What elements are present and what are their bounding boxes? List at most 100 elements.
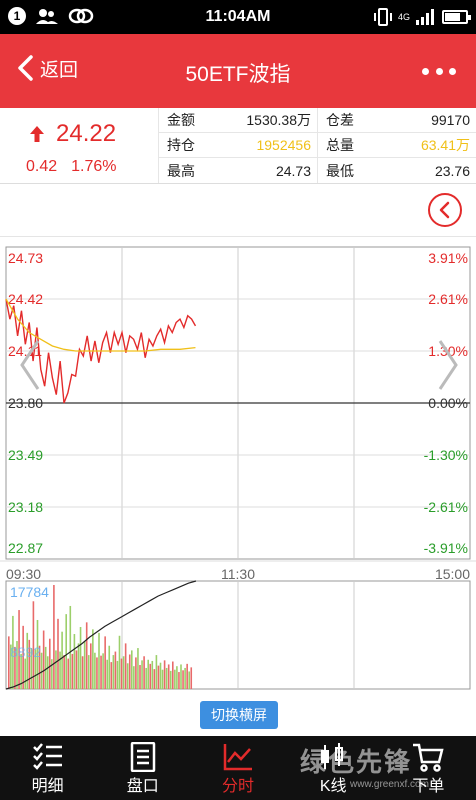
- volume-bar: [53, 585, 55, 689]
- cell-value: 23.76: [434, 162, 470, 179]
- volume-bar: [141, 660, 143, 689]
- volume-bar: [161, 669, 164, 689]
- candlestick-icon: [321, 743, 344, 769]
- tab-label: K线: [319, 778, 347, 795]
- x-tick-label: 09:30: [6, 566, 41, 582]
- quote-cell-low: 最低 23.76: [317, 158, 476, 183]
- volume-bar: [69, 605, 72, 689]
- volume-bar: [165, 667, 168, 689]
- volume-bar: [104, 636, 106, 689]
- volume-bar: [180, 664, 182, 689]
- cell-value: 1530.38万: [246, 112, 311, 128]
- volume-bar: [92, 629, 94, 689]
- chevron-left-icon: [439, 201, 450, 219]
- volume-bar: [137, 648, 139, 689]
- arrow-up-icon: [30, 126, 44, 142]
- volume-bar: [73, 634, 76, 689]
- volume-bar: [71, 653, 74, 689]
- quote-table: 金额 1530.38万 仓差 99170 持仓 1952456 总量 63.41万 最高…: [158, 108, 476, 184]
- cell-value: 99170: [431, 112, 470, 128]
- y-tick-left: 23.49: [8, 447, 43, 463]
- volume-bar: [174, 669, 176, 689]
- volume-bar: [135, 657, 137, 689]
- tab-place-order[interactable]: 下单: [381, 736, 476, 800]
- volume-bar: [65, 614, 67, 689]
- volume-bar: [157, 665, 160, 689]
- x-tick-label: 11:30: [221, 566, 255, 582]
- dot: [449, 67, 456, 75]
- volume-bar: [176, 666, 178, 689]
- volume-bar: [122, 656, 125, 689]
- volume-bar: [102, 653, 104, 689]
- orderbook-icon: [130, 742, 156, 772]
- volume-bar: [24, 658, 26, 689]
- y-tick-left: 24.11: [8, 343, 42, 359]
- volume-bar: [128, 654, 131, 689]
- volume-bar: [188, 671, 190, 689]
- quote-cell-total-volume: 总量 63.41万: [317, 133, 476, 157]
- volume-bar: [59, 651, 61, 689]
- cell-label: 持仓: [167, 137, 195, 153]
- y-tick-right: 2.61%: [428, 291, 468, 307]
- cell-label: 最低: [326, 162, 354, 179]
- volume-bar: [42, 630, 45, 689]
- network-type: 4G: [397, 12, 410, 22]
- tab-timeshare[interactable]: 分时: [190, 736, 285, 800]
- tab-label: 明细: [31, 778, 64, 795]
- volume-bar: [87, 655, 90, 689]
- volume-bar: [51, 659, 53, 689]
- quote-cell-high: 最高 24.73: [158, 158, 317, 183]
- quote-cell-position-diff: 仓差 99170: [317, 108, 476, 132]
- collapse-button[interactable]: [428, 193, 462, 227]
- volume-bar: [106, 659, 108, 689]
- dot: [422, 67, 429, 75]
- y-tick-left: 24.42: [8, 291, 43, 307]
- volume-bar: [155, 655, 158, 689]
- timeshare-chart[interactable]: 24.73 3.91%24.42 2.61%24.11 1.30%23.80 0.00%…: [0, 237, 476, 707]
- volume-bar: [98, 632, 100, 689]
- vibrate-icon: [373, 8, 392, 26]
- nav-bar: 返回 50ETF波指: [0, 34, 476, 108]
- volume-bar: [153, 669, 156, 689]
- volume-bar: [114, 651, 117, 689]
- volume-bar: [149, 663, 152, 689]
- switch-landscape-button[interactable]: 切换横屏: [200, 701, 278, 729]
- y-tick-right: -3.91%: [424, 540, 468, 556]
- volume-bar: [118, 635, 121, 689]
- volume-bar: [190, 667, 193, 689]
- y-tick-left: 22.87: [8, 540, 43, 556]
- quote-row: 金额 1530.38万 仓差 99170: [158, 108, 476, 133]
- cell-label: 仓差: [326, 112, 354, 128]
- volume-bar: [57, 618, 59, 689]
- volume-bar: [108, 645, 111, 689]
- y-tick-left: 24.73: [8, 250, 43, 266]
- x-tick-label: 15:00: [435, 566, 470, 582]
- battery-icon: [442, 10, 471, 24]
- y-tick-right: -2.61%: [424, 499, 468, 515]
- volume-bar: [139, 665, 141, 689]
- volume-bar: [172, 661, 174, 689]
- volume-bar: [67, 658, 70, 689]
- last-price: 24.22: [30, 120, 116, 148]
- quote-row: 持仓 1952456 总量 63.41万: [158, 133, 476, 158]
- change-value: 0.42: [26, 158, 58, 175]
- volume-bar: [186, 663, 188, 689]
- cell-label: 金额: [167, 112, 195, 128]
- tab-kline[interactable]: K线: [286, 736, 381, 800]
- volume-mid-label: 8892: [10, 644, 41, 660]
- y-tick-right: -1.30%: [424, 447, 468, 463]
- volume-bar: [77, 643, 80, 689]
- dot: [435, 67, 443, 75]
- tab-detail[interactable]: 明细: [0, 736, 95, 800]
- page-title: 50ETF波指: [185, 63, 291, 86]
- app-root: 1 11:04AM 4G 返回 50ETF波指 24.22 0.42 1.76%…: [0, 0, 476, 800]
- tab-orderbook[interactable]: 盘口: [95, 736, 190, 800]
- cell-label: 总量: [326, 137, 354, 153]
- volume-bar: [151, 660, 154, 689]
- cart-icon: [413, 743, 445, 772]
- volume-max-label: 17784: [10, 584, 49, 600]
- quote-panel: 24.22 0.42 1.76% 金额 1530.38万 仓差 99170 持仓 19…: [0, 108, 476, 184]
- cell-value: 24.73: [275, 162, 311, 179]
- price-value: 24.22: [56, 120, 117, 147]
- more-button[interactable]: [422, 56, 456, 86]
